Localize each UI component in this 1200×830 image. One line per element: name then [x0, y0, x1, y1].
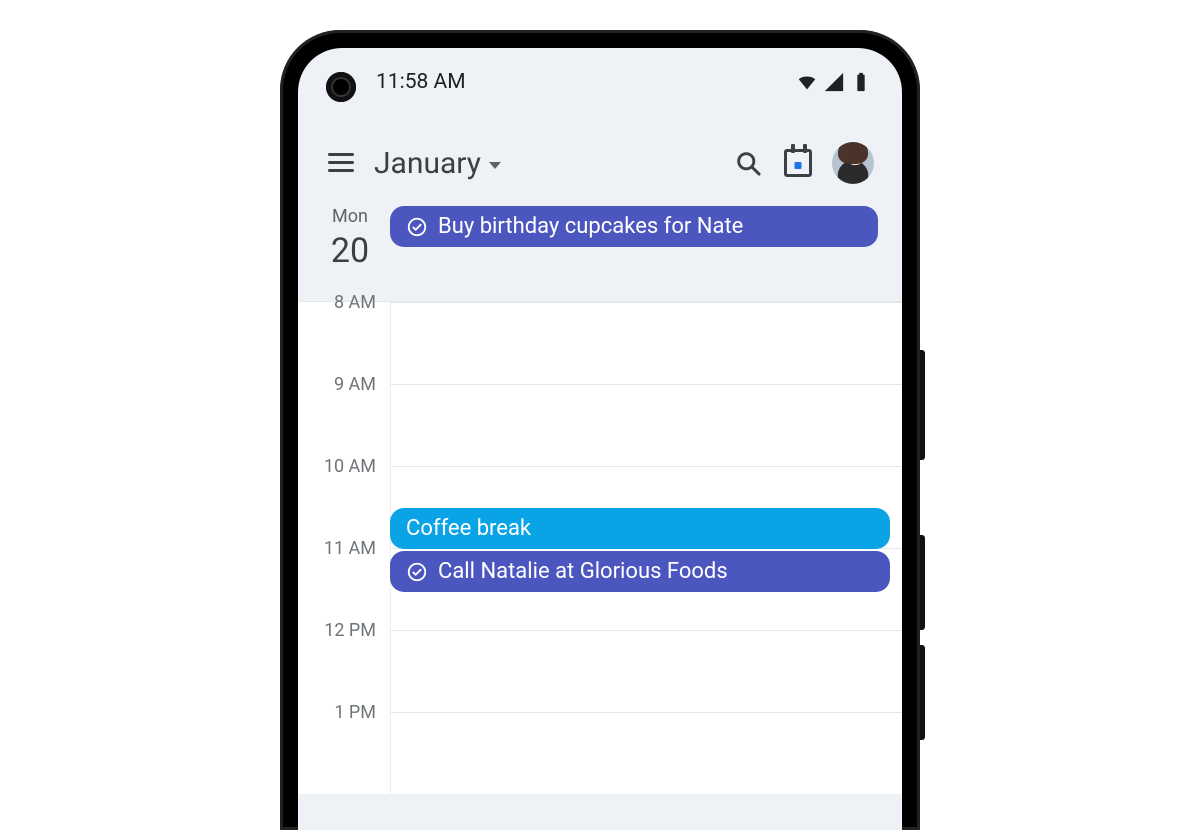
timeline[interactable]: 8 AM 9 AM 10 AM 11 AM 12 PM 1 PM Coffee …	[298, 301, 902, 794]
hour-label-12: 12 PM	[298, 620, 390, 702]
battery-icon	[850, 71, 872, 93]
month-dropdown[interactable]: January	[374, 146, 714, 181]
search-icon	[734, 149, 762, 177]
event-call-task[interactable]: Call Natalie at Glorious Foods	[390, 551, 890, 592]
volume-up-button[interactable]	[920, 535, 925, 630]
all-day-task[interactable]: Buy birthday cupcakes for Nate	[390, 206, 878, 247]
calendar-today-icon	[784, 149, 812, 177]
all-day-slot: Buy birthday cupcakes for Nate	[390, 206, 890, 271]
day-of-month: 20	[310, 231, 390, 271]
day-header: Mon 20 Buy birthday cupcakes for Nate	[298, 206, 902, 301]
today-button[interactable]	[782, 147, 814, 179]
search-button[interactable]	[732, 147, 764, 179]
day-of-week: Mon	[310, 206, 390, 227]
event-coffee-break[interactable]: Coffee break	[390, 508, 890, 549]
hour-label-11: 11 AM	[298, 538, 390, 620]
task-check-icon	[406, 216, 428, 238]
status-time: 11:58 AM	[376, 70, 466, 94]
status-icons	[796, 71, 872, 93]
front-camera	[326, 72, 356, 102]
volume-down-button[interactable]	[920, 645, 925, 740]
phone-screen: 11:58 AM January	[298, 48, 902, 830]
hour-label-9: 9 AM	[298, 374, 390, 456]
cellular-icon	[823, 71, 845, 93]
hour-label-8: 8 AM	[298, 292, 390, 374]
task-check-icon	[406, 561, 428, 583]
events-layer: Coffee break Call Natalie at Glorious Fo…	[390, 301, 890, 794]
menu-button[interactable]	[326, 148, 356, 178]
account-avatar[interactable]	[832, 142, 874, 184]
power-button[interactable]	[920, 350, 925, 460]
hour-label-13: 1 PM	[298, 702, 390, 784]
phone-frame: 11:58 AM January	[280, 30, 920, 830]
month-label: January	[374, 146, 481, 181]
event-title: Coffee break	[406, 516, 531, 541]
event-title: Call Natalie at Glorious Foods	[438, 559, 728, 584]
event-title: Buy birthday cupcakes for Nate	[438, 214, 743, 239]
status-bar: 11:58 AM	[298, 48, 902, 104]
app-bar: January	[298, 104, 902, 206]
day-column[interactable]: Mon 20	[310, 206, 390, 271]
hour-label-10: 10 AM	[298, 456, 390, 538]
chevron-down-icon	[489, 162, 501, 169]
wifi-icon	[796, 71, 818, 93]
